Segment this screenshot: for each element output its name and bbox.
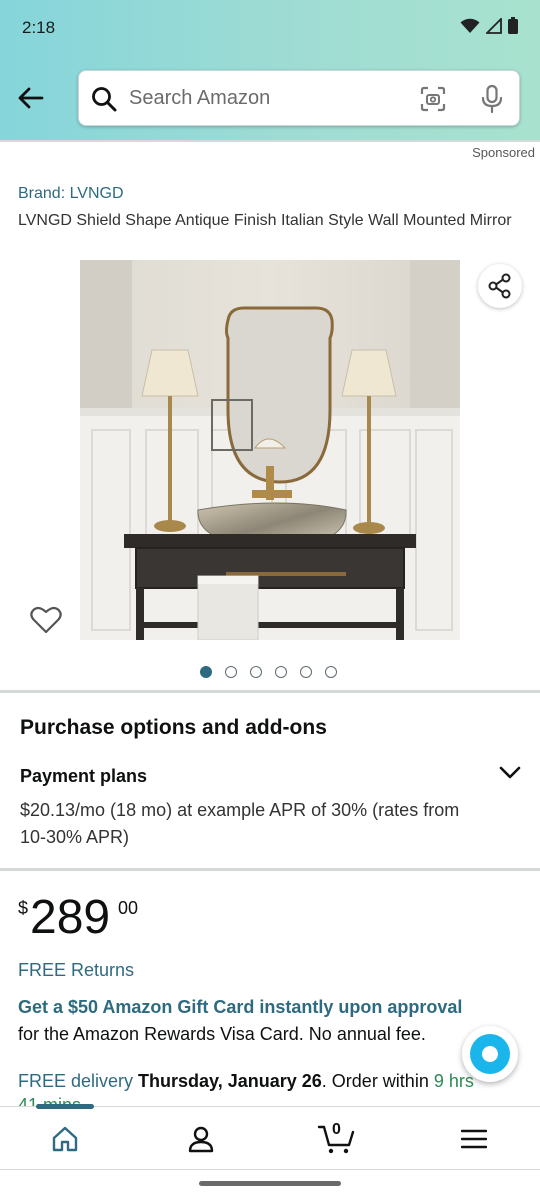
gift-card-subtext: for the Amazon Rewards Visa Card. No ann… — [18, 1024, 426, 1044]
header-divider — [0, 140, 540, 142]
nav-divider — [0, 1169, 540, 1170]
carousel-dot[interactable] — [225, 666, 237, 678]
active-tab-indicator — [36, 1104, 94, 1109]
status-icons — [460, 17, 518, 34]
wishlist-button[interactable] — [26, 600, 66, 640]
carousel-dot[interactable] — [200, 666, 212, 678]
price-whole: 289 — [30, 891, 111, 944]
gift-card-offer-link[interactable]: Get a $50 Amazon Gift Card instantly upo… — [18, 997, 462, 1018]
share-icon — [488, 273, 511, 299]
free-returns-link[interactable]: FREE Returns — [18, 960, 134, 981]
cart-count: 0 — [332, 1121, 341, 1138]
person-icon — [188, 1126, 214, 1153]
share-button[interactable] — [478, 264, 522, 308]
bottom-nav: 0 — [0, 1104, 540, 1170]
carousel-dot[interactable] — [275, 666, 287, 678]
gesture-navigation-bar[interactable] — [199, 1181, 341, 1186]
payment-plans-title[interactable]: Payment plans — [20, 766, 147, 787]
sponsored-label: Sponsored — [472, 145, 535, 160]
delivery-date: Thursday, January 26 — [138, 1071, 322, 1091]
carousel-dot[interactable] — [300, 666, 312, 678]
battery-icon — [508, 17, 518, 34]
app-header: 2:18 Search Amazon — [0, 0, 540, 140]
nav-home[interactable] — [45, 1121, 85, 1157]
signal-icon — [486, 17, 502, 34]
carousel-dot[interactable] — [250, 666, 262, 678]
delivery-label[interactable]: FREE delivery — [18, 1071, 133, 1091]
back-arrow-icon — [18, 87, 44, 109]
alexa-button[interactable] — [462, 1026, 518, 1082]
search-input[interactable]: Search Amazon — [129, 87, 270, 110]
countdown-hours: 9 hrs — [433, 1071, 474, 1091]
nav-account[interactable] — [181, 1121, 221, 1157]
carousel-dot[interactable] — [325, 666, 337, 678]
nav-cart[interactable]: 0 — [316, 1121, 356, 1157]
microphone-icon[interactable] — [479, 84, 505, 114]
home-icon — [52, 1126, 78, 1152]
hamburger-menu-icon — [461, 1129, 487, 1149]
product-title: LVNGD Shield Shape Antique Finish Italia… — [18, 212, 512, 229]
image-carousel-dots[interactable] — [200, 666, 337, 678]
brand-link[interactable]: Brand: LVNGD — [18, 185, 124, 203]
payment-plans-detail: $20.13/mo (18 mo) at example APR of 30% … — [20, 800, 460, 847]
price-fraction: 00 — [118, 898, 139, 918]
search-icon — [92, 87, 117, 112]
wifi-icon — [460, 18, 480, 33]
search-bar[interactable]: Search Amazon — [78, 70, 520, 126]
nav-menu[interactable] — [454, 1121, 494, 1157]
heart-icon — [30, 606, 62, 634]
order-within-text: . Order within — [321, 1071, 429, 1091]
chevron-down-icon[interactable] — [498, 760, 522, 784]
camera-search-icon[interactable] — [419, 85, 447, 113]
back-button[interactable] — [10, 80, 50, 116]
alexa-icon — [470, 1034, 510, 1074]
product-page: 2:18 Search Amazon Sponsored Brand: LVNG… — [0, 0, 540, 1200]
product-image[interactable] — [80, 260, 460, 640]
purchase-options-heading: Purchase options and add-ons — [20, 716, 327, 739]
status-bar: 2:18 — [0, 0, 540, 58]
product-photo — [80, 260, 460, 640]
section-divider — [0, 868, 540, 871]
delivery-info: FREE delivery Thursday, January 26. Orde… — [18, 1068, 518, 1094]
status-time: 2:18 — [22, 18, 56, 37]
section-divider — [0, 690, 540, 693]
price-currency: $ — [18, 898, 29, 918]
